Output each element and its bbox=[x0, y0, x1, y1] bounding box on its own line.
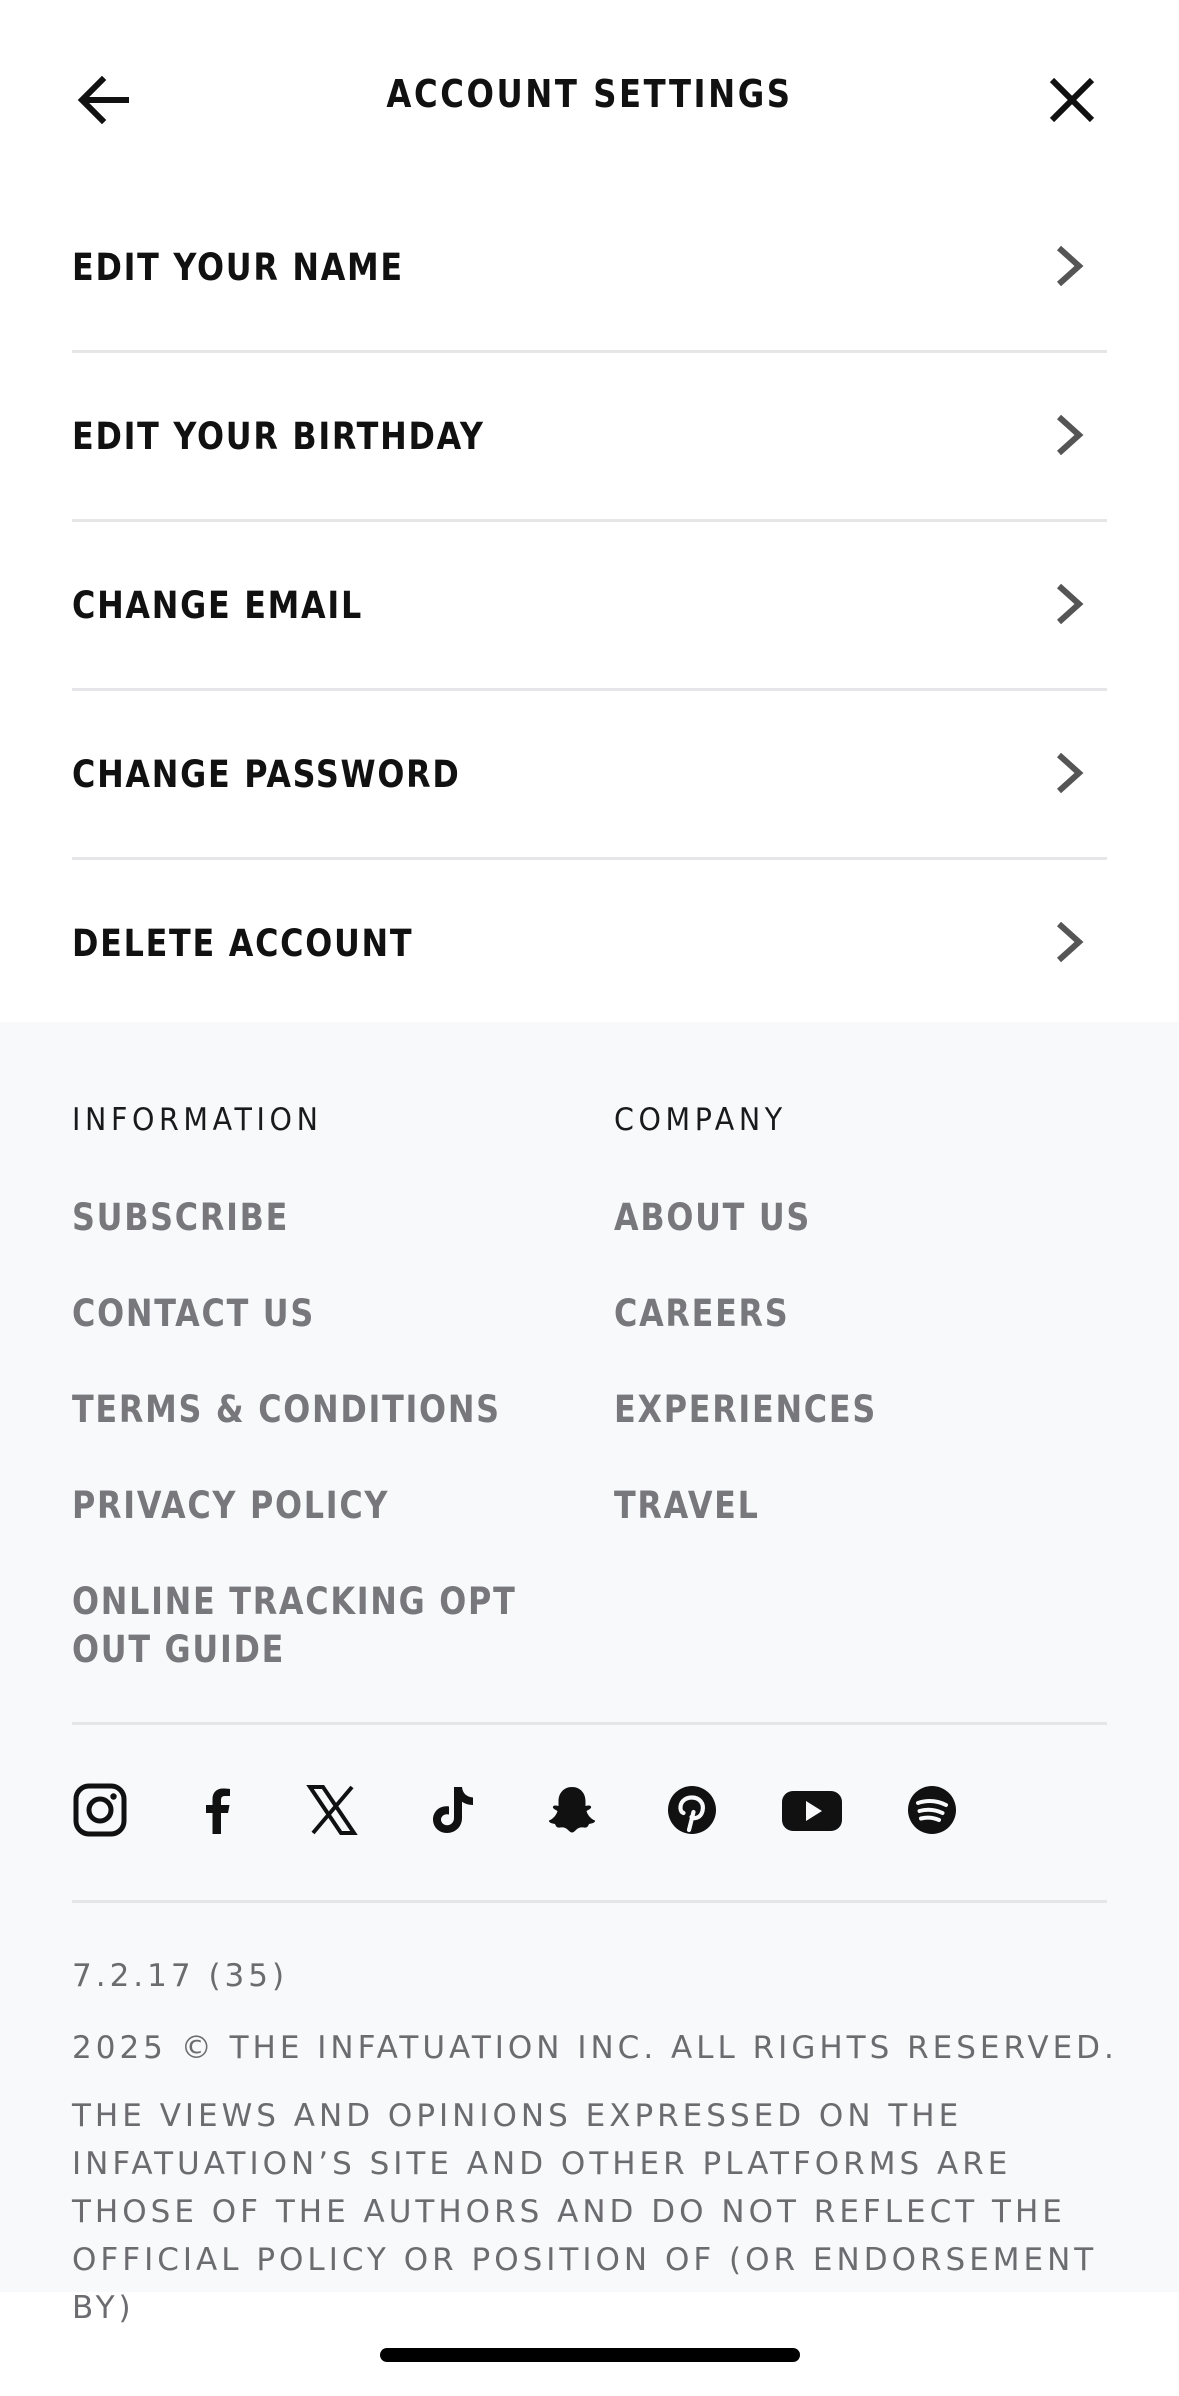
app-version: 7.2.17 (35) bbox=[72, 1958, 289, 1994]
menu-item-change-email[interactable]: CHANGE EMAIL bbox=[72, 522, 1107, 691]
disclaimer-text: THE VIEWS AND OPINIONS EXPRESSED ON THE … bbox=[72, 2098, 1098, 2326]
header: ACCOUNT SETTINGS bbox=[0, 0, 1179, 200]
footer: INFORMATION SUBSCRIBE CONTACT US TERMS &… bbox=[0, 1022, 1179, 2326]
menu-item-edit-name[interactable]: EDIT YOUR NAME bbox=[72, 184, 1107, 353]
footer-company-heading: COMPANY bbox=[614, 1102, 787, 1138]
footer-link-about-us[interactable]: ABOUT US bbox=[614, 1194, 811, 1242]
menu-item-label: CHANGE PASSWORD bbox=[72, 753, 461, 796]
instagram-icon[interactable] bbox=[72, 1782, 128, 1838]
spotify-icon[interactable] bbox=[904, 1782, 960, 1838]
settings-menu: EDIT YOUR NAME EDIT YOUR BIRTHDAY CHANGE… bbox=[72, 184, 1107, 1029]
footer-link-travel[interactable]: TRAVEL bbox=[614, 1482, 760, 1530]
chevron-right-icon bbox=[1056, 921, 1084, 963]
footer-information-heading: INFORMATION bbox=[72, 1102, 323, 1138]
chevron-right-icon bbox=[1056, 583, 1084, 625]
tiktok-icon[interactable] bbox=[424, 1782, 480, 1838]
social-links bbox=[72, 1782, 1107, 1872]
copyright-text: 2025 © THE INFATUATION INC. ALL RIGHTS R… bbox=[72, 2030, 1118, 2066]
footer-divider bbox=[72, 1722, 1107, 1725]
footer-link-contact-us[interactable]: CONTACT US bbox=[72, 1290, 315, 1338]
menu-item-label: DELETE ACCOUNT bbox=[72, 922, 414, 965]
page-title: ACCOUNT SETTINGS bbox=[386, 72, 793, 116]
home-indicator bbox=[380, 2348, 800, 2362]
x-icon[interactable] bbox=[304, 1782, 360, 1838]
footer-link-tracking-opt-out[interactable]: ONLINE TRACKING OPT OUT GUIDE bbox=[72, 1578, 571, 1674]
chevron-right-icon bbox=[1056, 245, 1084, 287]
close-icon[interactable] bbox=[1040, 68, 1104, 132]
youtube-icon[interactable] bbox=[780, 1782, 844, 1838]
menu-item-delete-account[interactable]: DELETE ACCOUNT bbox=[72, 860, 1107, 1029]
footer-link-terms[interactable]: TERMS & CONDITIONS bbox=[72, 1386, 501, 1434]
menu-item-label: EDIT YOUR NAME bbox=[72, 246, 404, 289]
facebook-icon[interactable] bbox=[190, 1782, 246, 1838]
footer-link-experiences[interactable]: EXPERIENCES bbox=[614, 1386, 877, 1434]
chevron-right-icon bbox=[1056, 414, 1084, 456]
menu-item-change-password[interactable]: CHANGE PASSWORD bbox=[72, 691, 1107, 860]
chevron-right-icon bbox=[1056, 752, 1084, 794]
pinterest-icon[interactable] bbox=[664, 1782, 720, 1838]
menu-item-label: EDIT YOUR BIRTHDAY bbox=[72, 415, 485, 458]
footer-link-subscribe[interactable]: SUBSCRIBE bbox=[72, 1194, 289, 1242]
footer-link-privacy-policy[interactable]: PRIVACY POLICY bbox=[72, 1482, 389, 1530]
menu-item-edit-birthday[interactable]: EDIT YOUR BIRTHDAY bbox=[72, 353, 1107, 522]
snapchat-icon[interactable] bbox=[544, 1782, 600, 1838]
menu-item-label: CHANGE EMAIL bbox=[72, 584, 363, 627]
footer-link-careers[interactable]: CAREERS bbox=[614, 1290, 789, 1338]
footer-divider bbox=[72, 1900, 1107, 1903]
